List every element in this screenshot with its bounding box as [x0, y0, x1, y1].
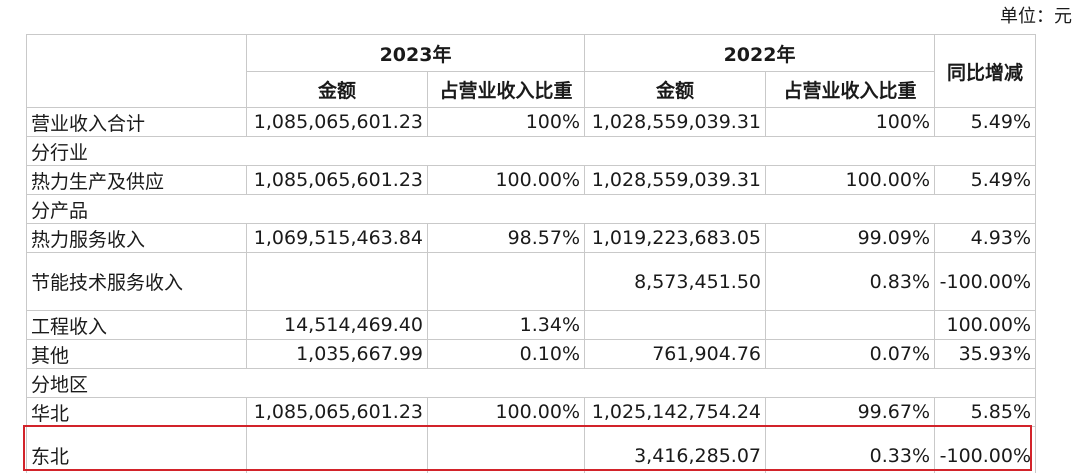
- unit-label: 单位：元: [1000, 6, 1072, 27]
- amount-2023: 1,085,065,601.23: [246, 107, 428, 137]
- amount-2022: [584, 310, 767, 340]
- page: 单位：元 2023年 2022年 同比增减 金额 占营业收入比重 金额 占营业收…: [0, 0, 1078, 473]
- share-2022: 0.33%: [765, 426, 936, 473]
- amount-2022: 1,028,559,039.31: [584, 107, 767, 137]
- row-label: 工程收入: [26, 310, 247, 340]
- share-2023: 100.00%: [426, 397, 586, 427]
- header-blank: [26, 34, 247, 108]
- table-row: 节能技术服务收入 8,573,451.50 0.83% -100.00%: [26, 252, 1037, 311]
- amount-2023: 1,035,667.99: [246, 339, 428, 369]
- revenue-table: 2023年 2022年 同比增减 金额 占营业收入比重 金额 占营业收入比重 营…: [25, 34, 1037, 473]
- share-2022: 0.83%: [765, 252, 936, 311]
- table-row: 营业收入合计 1,085,065,601.23 100% 1,028,559,0…: [26, 107, 1037, 137]
- amount-2022: 1,028,559,039.31: [584, 165, 767, 195]
- table-row: 东北 3,416,285.07 0.33% -100.00%: [26, 426, 1037, 473]
- header-amount-2022: 金额: [584, 71, 767, 108]
- section-label: 分地区: [25, 368, 1037, 398]
- yoy-change: 5.49%: [934, 165, 1037, 195]
- share-2023: 100%: [426, 107, 586, 137]
- row-label: 营业收入合计: [26, 107, 247, 137]
- yoy-change: 100.00%: [934, 310, 1037, 340]
- share-2023: 100.00%: [426, 165, 586, 195]
- row-label: 其他: [26, 339, 247, 369]
- section-label: 分产品: [25, 194, 1037, 224]
- table-row: 热力服务收入 1,069,515,463.84 98.57% 1,019,223…: [26, 223, 1037, 253]
- section-row: 分行业: [25, 136, 1037, 166]
- header-yoy: 同比增减: [934, 34, 1037, 108]
- row-label: 热力生产及供应: [26, 165, 247, 195]
- amount-2023: 14,514,469.40: [246, 310, 428, 340]
- header-year-2023: 2023年: [245, 34, 586, 72]
- share-2022: 100%: [765, 107, 936, 137]
- section-row: 分产品: [25, 194, 1037, 224]
- share-2022: 100.00%: [765, 165, 936, 195]
- share-2023: [426, 252, 586, 311]
- header-amount-2023: 金额: [246, 71, 428, 108]
- table-row: 华北 1,085,065,601.23 100.00% 1,025,142,75…: [26, 397, 1037, 427]
- yoy-change: 4.93%: [934, 223, 1037, 253]
- share-2023: 98.57%: [426, 223, 586, 253]
- share-2022: 99.09%: [765, 223, 936, 253]
- amount-2023: 1,085,065,601.23: [246, 165, 428, 195]
- section-row: 分地区: [25, 368, 1037, 398]
- header-share-2022: 占营业收入比重: [765, 71, 936, 108]
- amount-2022: 3,416,285.07: [584, 426, 767, 473]
- row-label: 东北: [26, 426, 247, 473]
- table-row: 其他 1,035,667.99 0.10% 761,904.76 0.07% 3…: [26, 339, 1037, 369]
- amount-2022: 8,573,451.50: [584, 252, 767, 311]
- share-2023: 0.10%: [426, 339, 586, 369]
- section-label: 分行业: [25, 136, 1037, 166]
- amount-2023: [246, 426, 428, 473]
- yoy-change: 35.93%: [934, 339, 1037, 369]
- share-2022: 0.07%: [765, 339, 936, 369]
- share-2023: [426, 426, 586, 473]
- row-label: 热力服务收入: [26, 223, 247, 253]
- amount-2022: 761,904.76: [584, 339, 767, 369]
- yoy-change: 5.49%: [934, 107, 1037, 137]
- yoy-change: 5.85%: [934, 397, 1037, 427]
- header-share-2023: 占营业收入比重: [426, 71, 586, 108]
- header-row-years: 2023年 2022年 同比增减: [26, 34, 1037, 108]
- amount-2023: 1,085,065,601.23: [246, 397, 428, 427]
- row-label: 华北: [26, 397, 247, 427]
- share-2022: 99.67%: [765, 397, 936, 427]
- share-2023: 1.34%: [426, 310, 586, 340]
- amount-2022: 1,025,142,754.24: [584, 397, 767, 427]
- share-2022: [765, 310, 936, 340]
- table-row: 热力生产及供应 1,085,065,601.23 100.00% 1,028,5…: [26, 165, 1037, 195]
- row-label: 节能技术服务收入: [26, 252, 247, 311]
- amount-2023: 1,069,515,463.84: [246, 223, 428, 253]
- amount-2023: [246, 252, 428, 311]
- yoy-change: -100.00%: [934, 426, 1037, 473]
- yoy-change: -100.00%: [934, 252, 1037, 311]
- header-year-2022: 2022年: [584, 34, 936, 72]
- table-row: 工程收入 14,514,469.40 1.34% 100.00%: [26, 310, 1037, 340]
- amount-2022: 1,019,223,683.05: [584, 223, 767, 253]
